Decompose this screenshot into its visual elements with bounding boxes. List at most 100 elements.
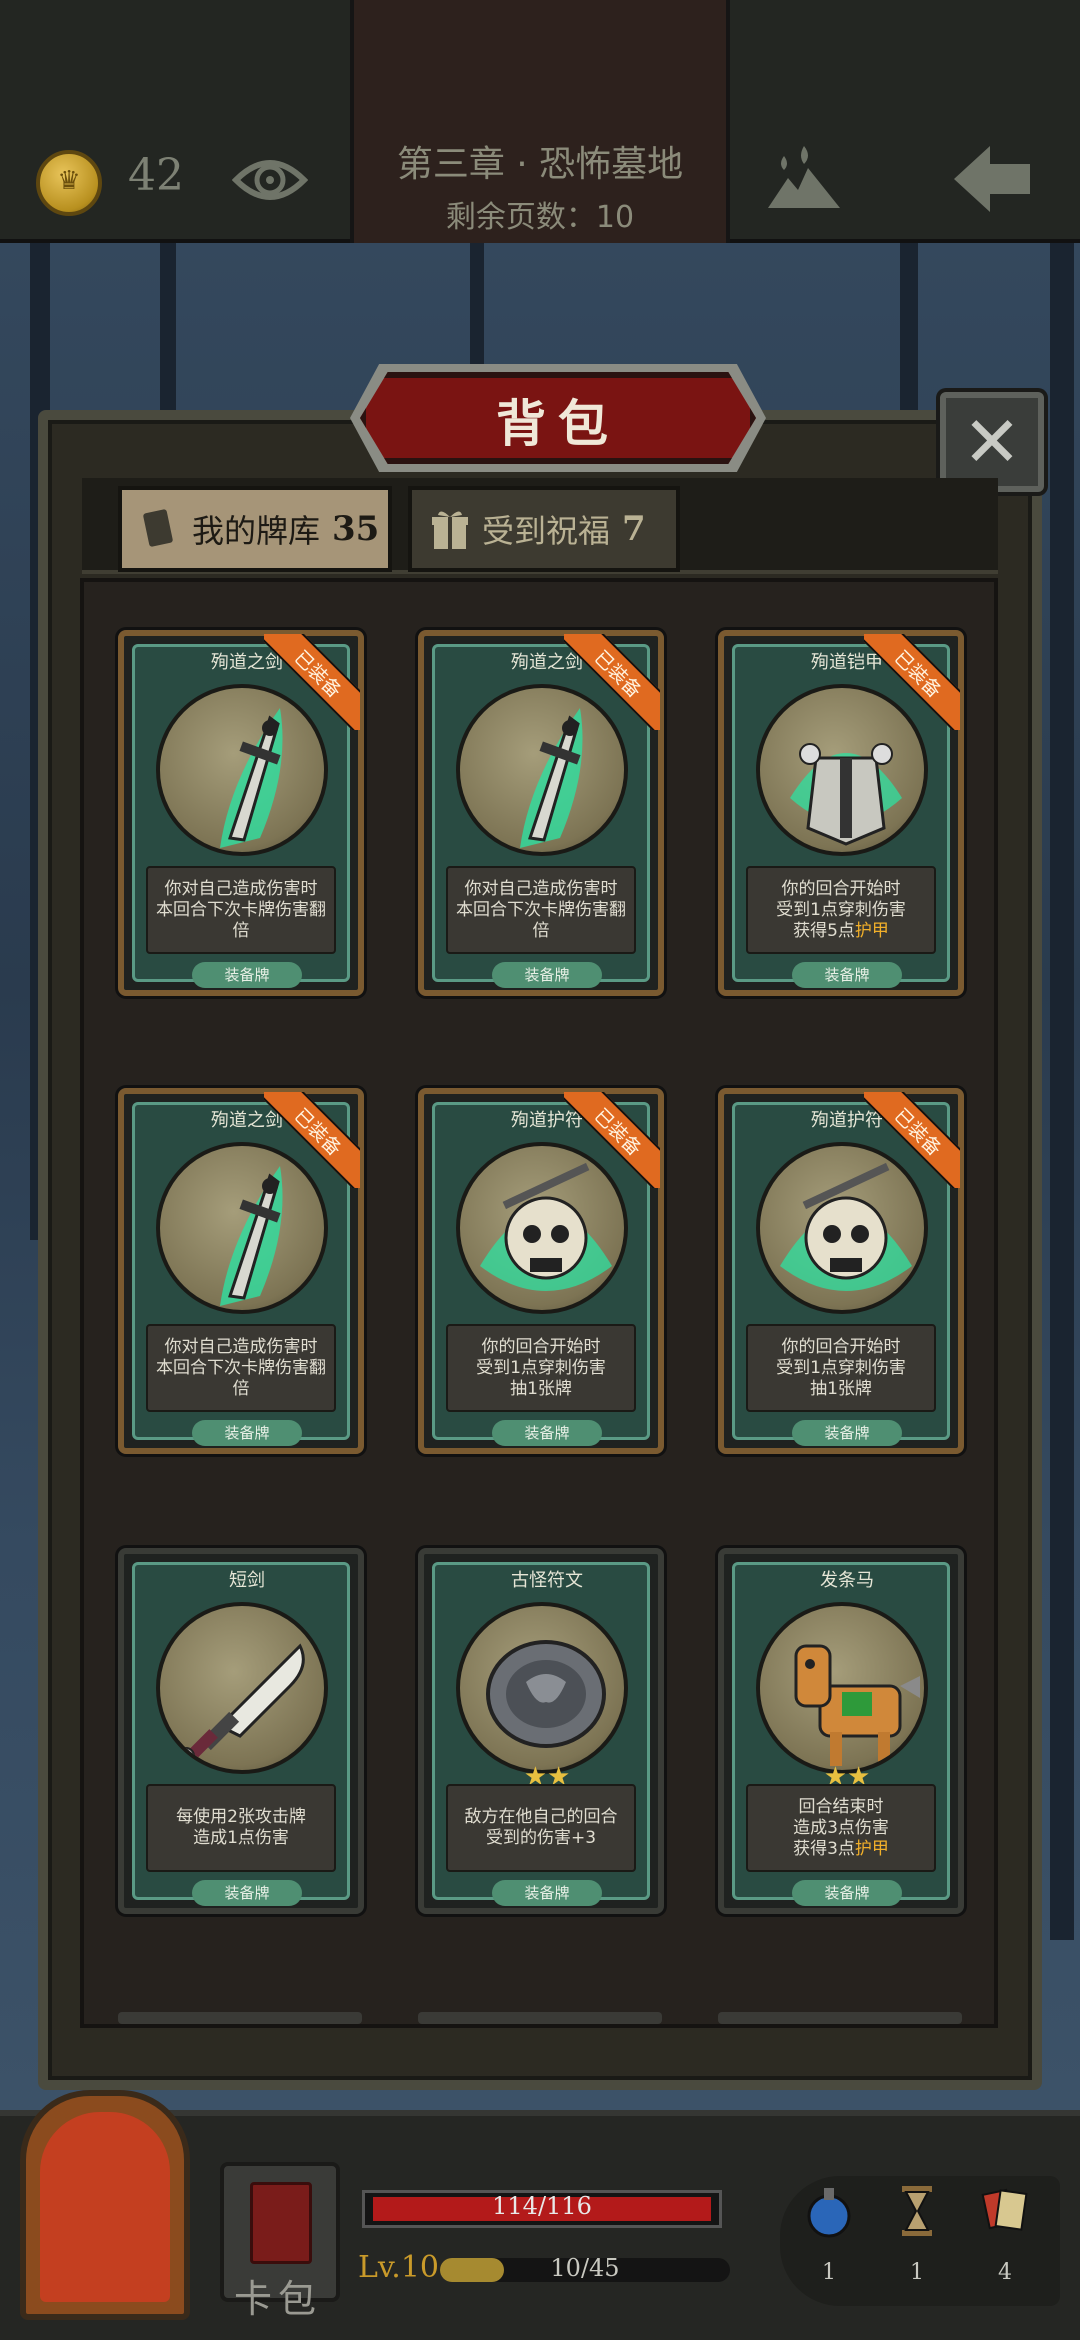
card-desc-line: 本回合下次卡牌伤害翻倍	[456, 899, 626, 941]
card-skull[interactable]: 殉道护符 你的回合开始时 受到1点穿刺伤害 抽1张牌 装备牌 已装备	[418, 1088, 664, 1454]
card-desc-line: 你的回合开始时	[781, 878, 901, 899]
next-card-edge	[718, 2012, 962, 2024]
equipped-label: 已装备	[264, 1092, 360, 1188]
card-desc-line: 本回合下次卡牌伤害翻倍	[156, 899, 326, 941]
equipped-label: 已装备	[864, 1092, 960, 1188]
card-type-badge: 装备牌	[192, 1880, 302, 1906]
card-armor[interactable]: 殉道铠甲 你的回合开始时 受到1点穿刺伤害 获得5点护甲 装备牌 已装备	[718, 630, 964, 996]
card-desc-line: 本回合下次卡牌伤害翻倍	[156, 1357, 326, 1399]
card-skull[interactable]: 殉道护符 你的回合开始时 受到1点穿刺伤害 抽1张牌 装备牌 已装备	[718, 1088, 964, 1454]
card-desc-line: 回合结束时	[798, 1796, 884, 1817]
tab-label: 受到祝福	[482, 512, 611, 550]
card-desc-line: 获得5点护甲	[793, 920, 889, 941]
tree-trunk	[1050, 240, 1074, 1940]
hero-avatar	[40, 2112, 170, 2302]
card-sword[interactable]: 殉道之剑 你对自己造成伤害时 本回合下次卡牌伤害翻倍 装备牌 已装备	[118, 630, 364, 996]
card-sword[interactable]: 殉道之剑 你对自己造成伤害时 本回合下次卡牌伤害翻倍 装备牌 已装备	[418, 630, 664, 996]
card-name: 古怪符文	[511, 1570, 583, 1591]
gold-coin-icon: ♛	[36, 150, 102, 216]
campfire-icon[interactable]	[764, 142, 844, 212]
equipped-ribbon: 已装备	[864, 1092, 960, 1188]
equipped-ribbon: 已装备	[264, 1092, 360, 1188]
card-icon	[143, 509, 173, 547]
card-description: 你的回合开始时 受到1点穿刺伤害 抽1张牌	[746, 1324, 936, 1412]
equipped-ribbon: 已装备	[864, 634, 960, 730]
equipped-ribbon: 已装备	[564, 1092, 660, 1188]
card-horse[interactable]: 发条马 ★★ 回合结束时 造成3点伤害 获得3点护甲 装备牌	[718, 1548, 964, 1914]
chapter-banner: 第三章 · 恐怖墓地 剩余页数：10	[350, 0, 730, 243]
card-description: 你对自己造成伤害时 本回合下次卡牌伤害翻倍	[146, 1324, 336, 1412]
horse-art-icon	[756, 1602, 928, 1774]
equipped-ribbon: 已装备	[564, 634, 660, 730]
card-dagger[interactable]: 短剑每使用2张攻击牌 造成1点伤害装备牌	[118, 1548, 364, 1914]
card-type-badge: 装备牌	[792, 1420, 902, 1446]
card-description: 你的回合开始时 受到1点穿刺伤害 获得5点护甲	[746, 866, 936, 954]
card-desc-line: 你对自己造成伤害时	[164, 878, 318, 899]
card-type-badge: 装备牌	[492, 1880, 602, 1906]
potion-resource[interactable]: 1	[794, 2180, 864, 2300]
card-type-badge: 装备牌	[492, 1420, 602, 1446]
equipped-label: 已装备	[864, 634, 960, 730]
equipped-label: 已装备	[264, 634, 360, 730]
potion-icon	[807, 2188, 851, 2238]
card-desc-line: 你的回合开始时	[481, 1336, 601, 1357]
card-desc-line: 抽1张牌	[510, 1378, 572, 1399]
card-type-badge: 装备牌	[792, 962, 902, 988]
card-desc-line: 敌方在他自己的回合	[464, 1807, 618, 1827]
card-description: 你对自己造成伤害时 本回合下次卡牌伤害翻倍	[146, 866, 336, 954]
card-type-badge: 装备牌	[192, 962, 302, 988]
chapter-title: 第三章 · 恐怖墓地	[396, 144, 684, 185]
equipped-ribbon: 已装备	[264, 634, 360, 730]
level-text: Lv.10	[358, 2250, 440, 2285]
tab-blessings[interactable]: 受到祝福 7	[408, 486, 680, 572]
card-description: 每使用2张攻击牌 造成1点伤害	[146, 1784, 336, 1872]
card-desc-line: 受到1点穿刺伤害	[776, 1357, 906, 1378]
top-bar: ♛ 42 第三章 · 恐怖墓地 剩余页数：10	[0, 0, 1080, 243]
eye-icon[interactable]	[232, 150, 308, 210]
cards-icon	[981, 2188, 1028, 2231]
tab-count: 35	[332, 509, 380, 549]
card-description: 你的回合开始时 受到1点穿刺伤害 抽1张牌	[446, 1324, 636, 1412]
panel-title: 背包	[496, 395, 620, 453]
hourglass-resource[interactable]: 1	[882, 2180, 952, 2300]
card-desc-line: 获得3点护甲	[793, 1838, 889, 1859]
card-desc-line: 造成3点伤害	[793, 1817, 889, 1838]
hourglass-icon	[902, 2186, 932, 2236]
card-desc-line: 抽1张牌	[810, 1378, 872, 1399]
cards-resource[interactable]: 4	[970, 2180, 1040, 2300]
card-type-badge: 装备牌	[492, 962, 602, 988]
book-icon	[250, 2182, 312, 2264]
tab-my-deck[interactable]: 我的牌库 35	[118, 486, 392, 572]
equipped-label: 已装备	[564, 634, 660, 730]
card-name: 短剑	[229, 1570, 265, 1591]
card-desc-line: 受到的伤害+3	[485, 1828, 597, 1848]
gift-icon	[432, 511, 468, 549]
card-name: 发条马	[820, 1570, 874, 1591]
hero-portrait[interactable]	[20, 2090, 190, 2320]
resource-count: 4	[998, 2260, 1012, 2285]
card-sword[interactable]: 殉道之剑 你对自己造成伤害时 本回合下次卡牌伤害翻倍 装备牌 已装备	[118, 1088, 364, 1454]
next-card-edge	[118, 2012, 362, 2024]
card-type-badge: 装备牌	[792, 1880, 902, 1906]
card-description: 你对自己造成伤害时 本回合下次卡牌伤害翻倍	[446, 866, 636, 954]
card-description: 敌方在他自己的回合 受到的伤害+3	[446, 1784, 636, 1872]
next-card-edge	[418, 2012, 662, 2024]
close-button[interactable]: ✕	[940, 392, 1044, 492]
card-rune[interactable]: 古怪符文 ★★ 敌方在他自己的回合 受到的伤害+3 装备牌	[418, 1548, 664, 1914]
card-desc-line: 你对自己造成伤害时	[164, 1336, 318, 1357]
gold-count: 42	[128, 150, 184, 201]
card-desc-line: 你对自己造成伤害时	[464, 878, 618, 899]
resource-count: 1	[910, 2260, 924, 2285]
back-arrow-icon[interactable]	[950, 142, 1034, 216]
card-desc-line: 你的回合开始时	[781, 1336, 901, 1357]
equipped-label: 已装备	[564, 1092, 660, 1188]
close-icon: ✕	[962, 401, 1022, 483]
card-type-badge: 装备牌	[192, 1420, 302, 1446]
dagger-art-icon	[156, 1602, 328, 1774]
card-desc-line: 造成1点伤害	[193, 1828, 289, 1848]
card-pack-label: 卡包	[234, 2277, 323, 2321]
xp-text: 10/45	[550, 2254, 620, 2282]
hp-text: 114/116	[492, 2192, 592, 2220]
card-description: 回合结束时 造成3点伤害 获得3点护甲	[746, 1784, 936, 1872]
tab-label: 我的牌库	[192, 512, 321, 550]
